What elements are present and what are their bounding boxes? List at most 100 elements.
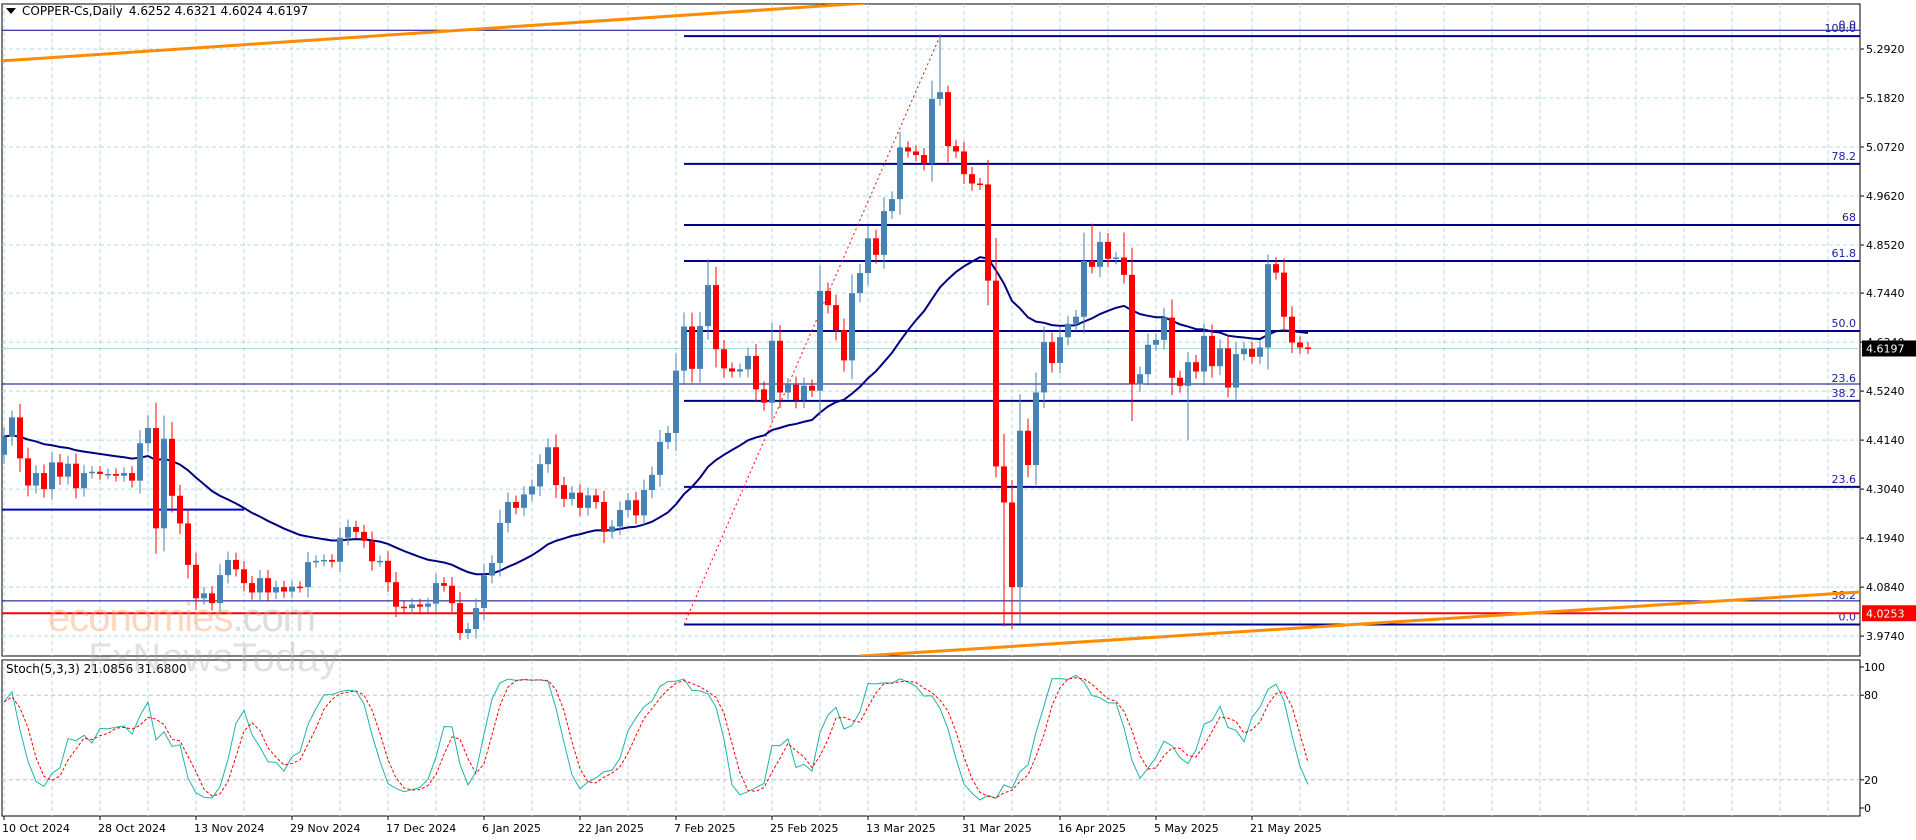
candle — [969, 166, 975, 191]
fib-level-label: 50.0 — [1832, 317, 1857, 330]
candle — [377, 555, 383, 567]
candle-body — [393, 582, 399, 607]
candle — [185, 509, 191, 579]
candle-body — [817, 290, 823, 391]
main-pane: 0.023.638.2100.078.26861.850.038.223.60.… — [2, 4, 1860, 656]
candle — [105, 468, 111, 480]
candle-body — [1289, 316, 1295, 343]
candle-body — [801, 385, 807, 401]
candle-body — [385, 560, 391, 583]
candle-body — [361, 531, 367, 541]
price-chart[interactable]: 0.023.638.2100.078.26861.850.038.223.60.… — [0, 0, 1916, 840]
candle — [1281, 258, 1287, 331]
candle — [793, 376, 799, 409]
candle — [521, 486, 527, 516]
candle-body — [113, 473, 119, 476]
candle — [465, 622, 471, 640]
candle-body — [649, 474, 655, 490]
candle — [73, 453, 79, 499]
candle-body — [1113, 257, 1119, 259]
symbol-label: COPPER-Cs,Daily — [22, 4, 123, 18]
candle — [1113, 251, 1119, 265]
candle — [745, 347, 751, 378]
candle — [673, 352, 679, 451]
candle-body — [761, 389, 767, 403]
candle-body — [1241, 348, 1247, 355]
x-tick-label: 13 Nov 2024 — [194, 822, 264, 835]
candle-body — [433, 583, 439, 604]
candle-body — [81, 473, 87, 489]
candle-body — [249, 583, 255, 593]
candle — [937, 33, 943, 106]
candle-body — [625, 500, 631, 511]
candle-body — [1129, 274, 1135, 385]
candle — [385, 551, 391, 592]
candle-body — [585, 495, 591, 508]
chart-header: COPPER-Cs,Daily 4.6252 4.6321 4.6024 4.6… — [6, 4, 308, 18]
candle — [345, 519, 351, 546]
candle-body — [281, 587, 287, 592]
candle — [529, 479, 535, 502]
candle — [41, 464, 47, 498]
candle-body — [1161, 317, 1167, 340]
candle — [545, 438, 551, 473]
candle — [1089, 223, 1095, 274]
candle-body — [89, 471, 95, 474]
candle-body — [41, 473, 47, 490]
candle-body — [1073, 316, 1079, 324]
candle-body — [1137, 374, 1143, 385]
candle — [849, 274, 855, 380]
candle-body — [609, 526, 615, 532]
candle — [713, 266, 719, 368]
candle — [1297, 336, 1303, 354]
candle-body — [1201, 335, 1207, 372]
candle — [945, 85, 951, 163]
candle-body — [617, 510, 623, 527]
candle-body — [569, 492, 575, 499]
candle-body — [1089, 261, 1095, 267]
candle-body — [681, 326, 687, 371]
candle-body — [929, 98, 935, 164]
candle — [865, 226, 871, 286]
candle — [1041, 326, 1047, 408]
candle — [121, 467, 127, 482]
candle-body — [441, 583, 447, 586]
dropdown-triangle-icon[interactable] — [6, 8, 16, 14]
candle-body — [1273, 264, 1279, 273]
candle — [489, 555, 495, 584]
candle — [17, 403, 23, 472]
candle-body — [1033, 392, 1039, 466]
candle-body — [137, 443, 143, 481]
candle — [873, 229, 879, 264]
candle-body — [57, 462, 63, 477]
candle — [1161, 307, 1167, 350]
candle — [433, 573, 439, 614]
candle-body — [121, 473, 127, 476]
candle-body — [785, 384, 791, 393]
candle-body — [345, 526, 351, 538]
candle-body — [449, 585, 455, 604]
fib-secondary-label: 38.2 — [1832, 589, 1857, 602]
support-price-badge: 4.0253 — [1866, 607, 1905, 620]
candle-body — [409, 604, 415, 609]
moving-average-line — [3, 256, 1309, 576]
x-tick-label: 5 May 2025 — [1154, 822, 1219, 835]
candle-body — [73, 463, 79, 489]
x-tick-label: 10 Oct 2024 — [2, 822, 70, 835]
candle-body — [753, 355, 759, 390]
candle-body — [697, 326, 703, 369]
candle — [905, 141, 911, 158]
candle-body — [729, 368, 735, 372]
candle — [1001, 433, 1007, 627]
candle-body — [265, 578, 271, 593]
candle-body — [473, 608, 479, 629]
candle-body — [1097, 241, 1103, 267]
candle-body — [1193, 362, 1199, 372]
candle — [953, 139, 959, 158]
x-tick-label: 29 Nov 2024 — [290, 822, 360, 835]
candle-body — [417, 604, 423, 607]
candle-body — [601, 502, 607, 532]
candle — [1121, 232, 1127, 284]
candle-body — [969, 174, 975, 184]
y-tick-label: 4.9620 — [1866, 190, 1905, 203]
